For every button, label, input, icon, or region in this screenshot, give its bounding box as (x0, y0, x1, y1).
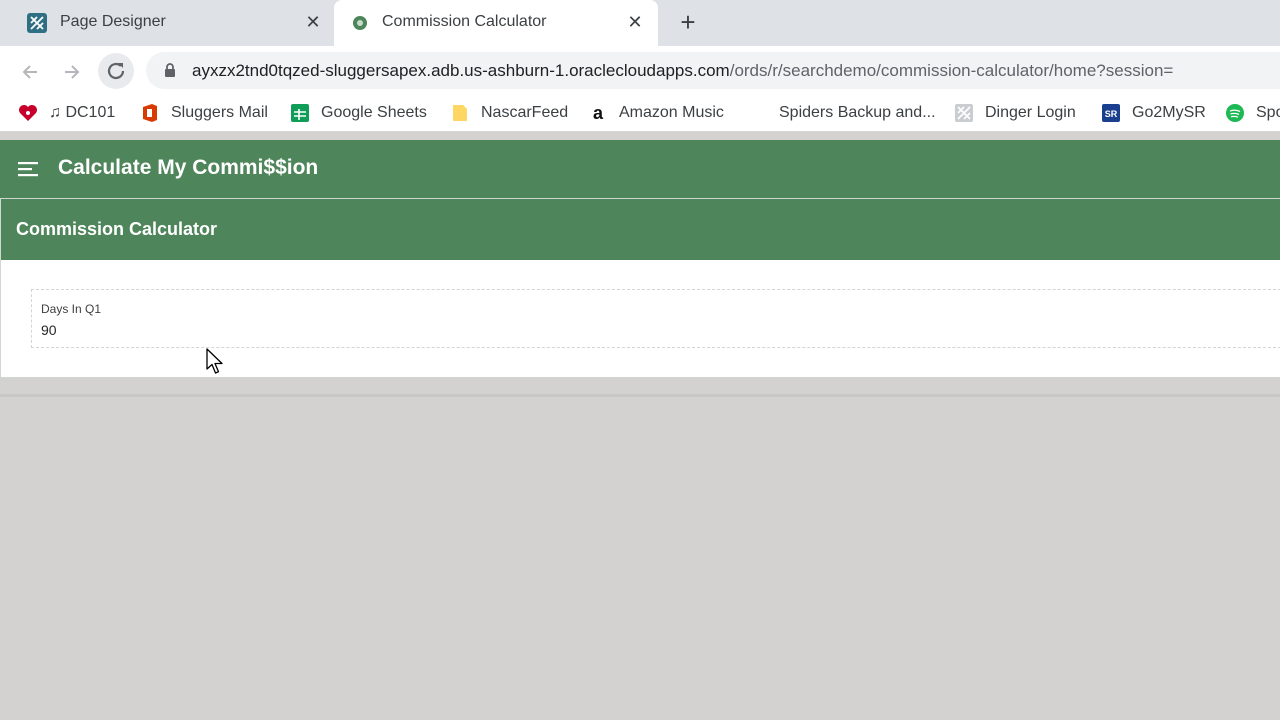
tab-label: Page Designer (60, 13, 166, 30)
page-divider (0, 394, 1280, 397)
dinger-icon (954, 103, 974, 123)
browser-tab-strip: Page Designer ✕ Commission Calculator ✕ … (0, 0, 1280, 46)
close-icon[interactable]: ✕ (302, 11, 324, 33)
reload-button[interactable] (98, 53, 134, 89)
bookmark-label: ♫ DC101 (49, 104, 116, 121)
url-host: ayxzx2tnd0tqzed-sluggersapex.adb.us-ashb… (192, 61, 730, 80)
url-text: ayxzx2tnd0tqzed-sluggersapex.adb.us-ashb… (192, 61, 1173, 81)
bookmark-dinger-login[interactable]: Dinger Login (954, 94, 1076, 132)
bookmark-label: NascarFeed (481, 104, 569, 121)
bookmark-label: Go2MySR (1132, 104, 1206, 121)
field-label: Days In Q1 (41, 302, 102, 316)
apex-app-icon (352, 15, 368, 31)
folder-icon (450, 103, 470, 123)
bookmark-spotify[interactable]: Spo (1225, 94, 1280, 132)
spotify-icon (1225, 103, 1245, 123)
arrow-right-icon (65, 65, 80, 79)
field-value: 90 (41, 322, 57, 338)
region-header: Commission Calculator (1, 199, 1280, 260)
mouse-cursor-icon (206, 348, 226, 376)
iheart-icon (18, 103, 38, 123)
bookmark-amazon-music[interactable]: a Amazon Music (588, 94, 724, 132)
address-bar[interactable]: ayxzx2tnd0tqzed-sluggersapex.adb.us-ashb… (146, 52, 1280, 89)
menu-icon[interactable] (18, 161, 38, 177)
forward-button[interactable] (56, 56, 88, 88)
tab-label: Commission Calculator (382, 13, 547, 30)
app-header: Calculate My Commi$$ion (0, 140, 1280, 198)
sr-icon: SR (1101, 103, 1121, 123)
bookmark-google-sheets[interactable]: Google Sheets (290, 94, 427, 132)
google-sheets-icon (290, 103, 310, 123)
bookmark-label: Spo (1256, 104, 1280, 121)
tab-page-designer[interactable]: Page Designer ✕ (0, 0, 334, 46)
bookmark-label: Sluggers Mail (171, 104, 268, 121)
lock-icon (164, 63, 176, 83)
back-button[interactable] (14, 56, 46, 88)
close-icon[interactable]: ✕ (624, 11, 646, 33)
bookmark-sluggers-mail[interactable]: Sluggers Mail (140, 94, 268, 132)
app-title[interactable]: Calculate My Commi$$ion (58, 156, 318, 180)
amazon-icon: a (592, 102, 603, 123)
reload-icon (107, 62, 125, 80)
arrow-left-icon (22, 65, 37, 79)
svg-text:SR: SR (1105, 109, 1118, 119)
browser-toolbar: ayxzx2tnd0tqzed-sluggersapex.adb.us-ashb… (0, 46, 1280, 94)
url-path: /ords/r/searchdemo/commission-calculator… (729, 61, 1174, 80)
bookmark-go2mysr[interactable]: SR Go2MySR (1101, 94, 1206, 132)
commission-calculator-region: Commission Calculator Days In Q1 90 (0, 198, 1280, 378)
bookmarks-bar: ♫ DC101 Sluggers Mail Google Sheets Nasc… (0, 94, 1280, 132)
tab-commission-calculator[interactable]: Commission Calculator ✕ (334, 0, 658, 46)
bookmark-spiders-backup[interactable]: Spiders Backup and... (779, 94, 936, 132)
bookmark-label: Amazon Music (619, 104, 724, 121)
days-in-q1-field: Days In Q1 90 (31, 289, 1280, 348)
bookmark-label: Google Sheets (321, 104, 427, 121)
office-icon (140, 103, 160, 123)
page-designer-icon (26, 12, 48, 34)
bookmark-nascarfeed[interactable]: NascarFeed (450, 94, 568, 132)
region-title: Commission Calculator (16, 219, 218, 239)
new-tab-button[interactable]: + (674, 9, 702, 37)
bookmark-label: Dinger Login (985, 104, 1076, 121)
bookmark-label: Spiders Backup and... (779, 104, 936, 121)
bookmark-dc101[interactable]: ♫ DC101 (18, 94, 115, 132)
